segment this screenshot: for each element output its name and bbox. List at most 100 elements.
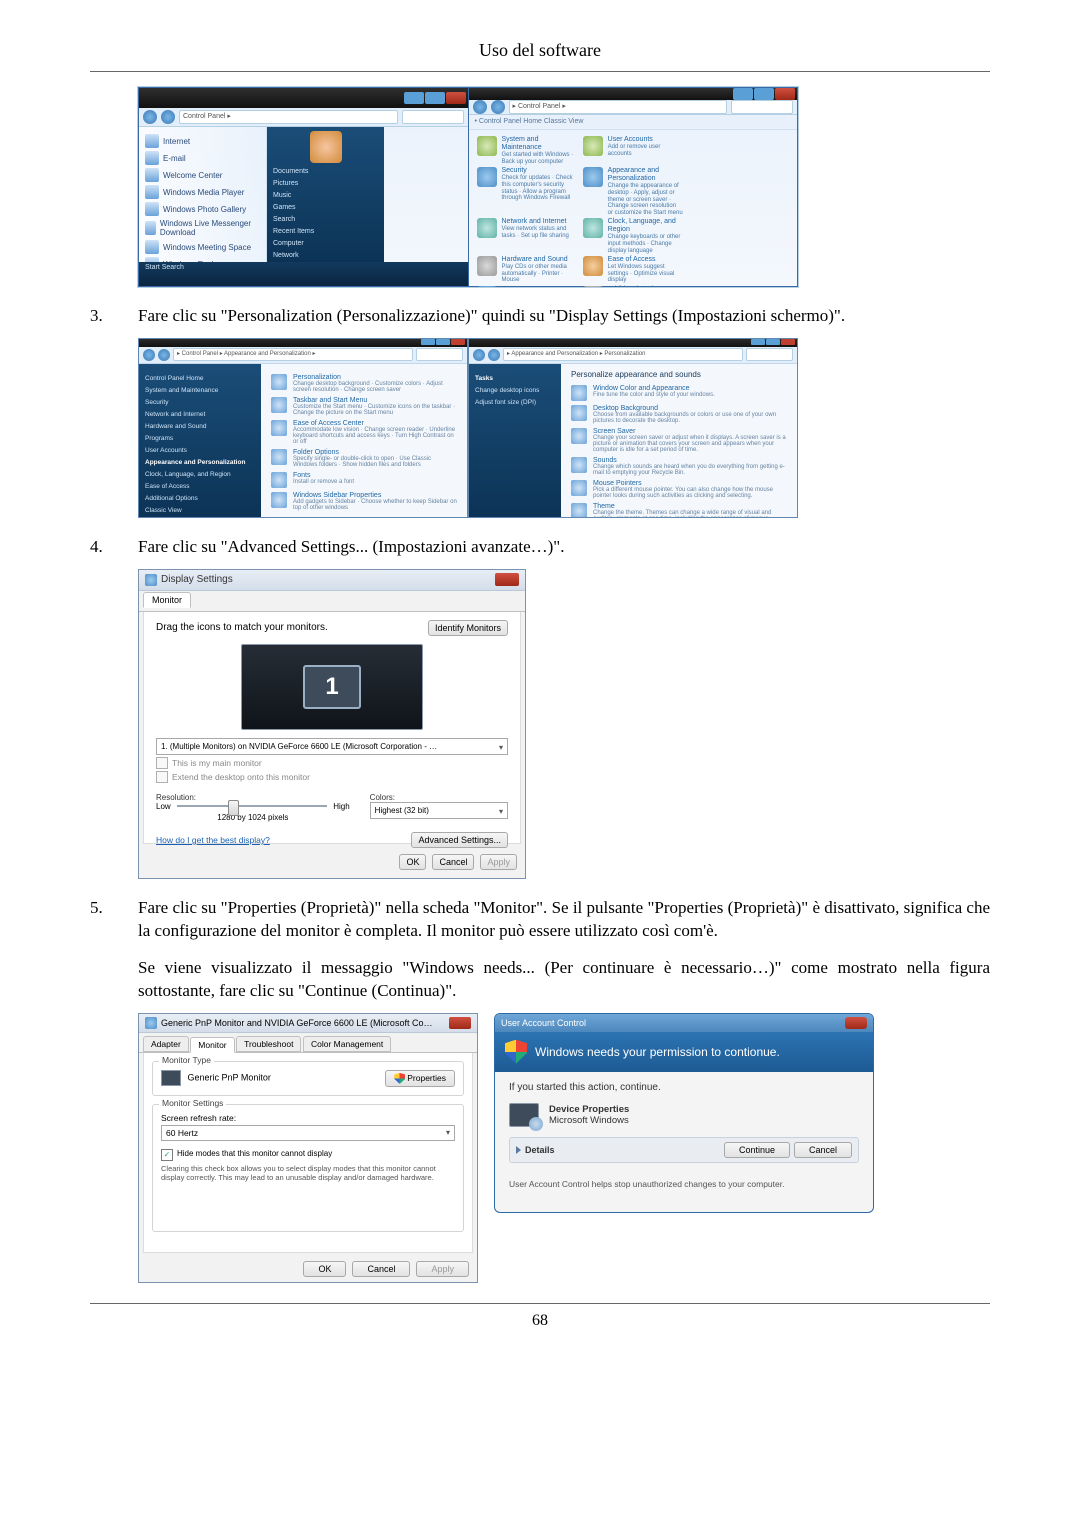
cancel-button[interactable]: Cancel: [352, 1261, 410, 1277]
task-item: Change desktop icons: [475, 387, 555, 394]
ease-icon: [583, 256, 603, 276]
chevron-down-icon[interactable]: [516, 1146, 521, 1154]
side-item: Hardware and Sound: [145, 423, 255, 430]
sidebar-icon: [271, 492, 287, 508]
media-icon: [145, 185, 159, 199]
tab-adapter[interactable]: Adapter: [143, 1036, 189, 1052]
link-title: Ease of Access Center: [293, 420, 457, 427]
theme-icon: [571, 503, 587, 517]
start-right-item: Games: [273, 204, 378, 211]
users-icon: [583, 136, 603, 156]
uac-publisher: Microsoft Windows: [549, 1115, 629, 1126]
display-icon: [145, 574, 157, 586]
monitor-select[interactable]: 1. (Multiple Monitors) on NVIDIA GeForce…: [156, 738, 508, 755]
side-item: System and Maintenance: [145, 387, 255, 394]
start-right-item: Pictures: [273, 180, 378, 187]
monitor-thumb[interactable]: 1: [303, 665, 361, 709]
uac-line1: If you started this action, continue.: [509, 1082, 859, 1093]
shield-icon: [505, 1040, 527, 1064]
sounds-icon: [571, 457, 587, 473]
side-item: Network and Internet: [145, 411, 255, 418]
desktop-bg-icon: [571, 405, 587, 421]
tab-monitor[interactable]: Monitor: [143, 592, 191, 608]
meeting-icon: [145, 240, 159, 254]
folder-icon: [271, 449, 287, 465]
forward-icon: [161, 110, 175, 124]
address-bar: Control Panel ▸: [179, 110, 398, 124]
forward-icon: [158, 349, 170, 361]
side-item-selected: Appearance and Personalization: [145, 459, 255, 466]
ease-icon: [271, 420, 287, 436]
cp-category: Additional Options: [608, 286, 665, 287]
resolution-slider[interactable]: [177, 805, 328, 807]
address-bar: ▸ Control Panel ▸: [509, 100, 728, 114]
back-icon: [143, 349, 155, 361]
link-title: Screen Saver: [593, 428, 787, 435]
monitor-icon: [161, 1070, 181, 1086]
identify-button[interactable]: Identify Monitors: [428, 620, 508, 636]
monitor-preview: 1: [241, 644, 423, 730]
address-bar: ▸ Appearance and Personalization ▸ Perso…: [503, 348, 743, 361]
cancel-button[interactable]: Cancel: [432, 854, 474, 870]
close-icon[interactable]: [495, 573, 519, 586]
step-text: Fare clic su "Personalization (Personali…: [138, 305, 990, 328]
refresh-rate-label: Screen refresh rate:: [161, 1113, 455, 1123]
advanced-settings-button[interactable]: Advanced Settings...: [411, 832, 508, 848]
tab-troubleshoot[interactable]: Troubleshoot: [236, 1036, 301, 1052]
maximize-icon: [754, 88, 774, 100]
close-icon[interactable]: [845, 1017, 867, 1029]
cp-category: Hardware and Sound: [502, 256, 577, 264]
start-item: Windows Live Messenger Download: [160, 219, 260, 237]
screenshot-monitor-properties-uac: Generic PnP Monitor and NVIDIA GeForce 6…: [138, 1013, 990, 1283]
colors-select[interactable]: Highest (32 bit): [370, 802, 508, 819]
dialog-title: Generic PnP Monitor and NVIDIA GeForce 6…: [161, 1018, 432, 1028]
side-item: Ease of Access: [145, 483, 255, 490]
tab-color-mgmt[interactable]: Color Management: [303, 1036, 391, 1052]
screensaver-icon: [571, 428, 587, 444]
search-field: [416, 348, 463, 361]
refresh-rate-select[interactable]: 60 Hertz: [161, 1125, 455, 1141]
ok-button[interactable]: OK: [303, 1261, 346, 1277]
mouse-icon: [571, 480, 587, 496]
checkbox-hide-modes[interactable]: ✓: [161, 1149, 173, 1161]
checkbox-label: Extend the desktop onto this monitor: [172, 772, 310, 782]
cp-category: Clock, Language, and Region: [608, 218, 683, 234]
address-bar: ▸ Control Panel ▸ Appearance and Persona…: [173, 348, 413, 361]
additional-icon: [583, 286, 603, 287]
continue-button[interactable]: Continue: [724, 1142, 790, 1158]
link-title: Theme: [593, 503, 787, 510]
monitor-properties-dialog: Generic PnP Monitor and NVIDIA GeForce 6…: [138, 1013, 478, 1283]
cancel-button[interactable]: Cancel: [794, 1142, 852, 1158]
welcome-icon: [145, 168, 159, 182]
apply-button: Apply: [416, 1261, 469, 1277]
page-header: Uso del software: [90, 40, 990, 61]
forward-icon: [491, 100, 505, 114]
close-icon[interactable]: [449, 1017, 471, 1029]
back-icon: [473, 100, 487, 114]
cp-category: Appearance and Personalization: [608, 167, 683, 183]
device-icon: [509, 1103, 539, 1127]
close-icon: [451, 339, 465, 345]
details-label[interactable]: Details: [525, 1145, 555, 1155]
tab-monitor[interactable]: Monitor: [190, 1037, 234, 1053]
user-avatar-icon: [310, 131, 342, 163]
ok-button[interactable]: OK: [399, 854, 426, 870]
link-title: Fonts: [293, 472, 354, 479]
screenshot-display-settings: Display Settings Monitor Drag the icons …: [138, 569, 526, 879]
link-title: Folder Options: [293, 449, 457, 456]
uac-title: User Account Control: [501, 1018, 586, 1028]
globe-icon: [145, 134, 159, 148]
start-right-item: Recent Items: [273, 228, 378, 235]
cp-category: Programs: [502, 286, 577, 287]
footer-rule: [90, 1303, 990, 1304]
minimize-icon: [404, 92, 424, 104]
cp-toolbar: • Control Panel Home Classic View: [469, 115, 798, 130]
mail-icon: [145, 151, 159, 165]
tasks-header: Tasks: [475, 375, 555, 382]
properties-button[interactable]: Properties: [385, 1070, 455, 1087]
help-link[interactable]: How do I get the best display?: [156, 835, 270, 845]
colors-label: Colors:: [370, 793, 508, 802]
display-icon: [145, 1017, 157, 1029]
start-item: Windows Meeting Space: [163, 243, 251, 252]
monitor-name: Generic PnP Monitor: [188, 1072, 271, 1082]
